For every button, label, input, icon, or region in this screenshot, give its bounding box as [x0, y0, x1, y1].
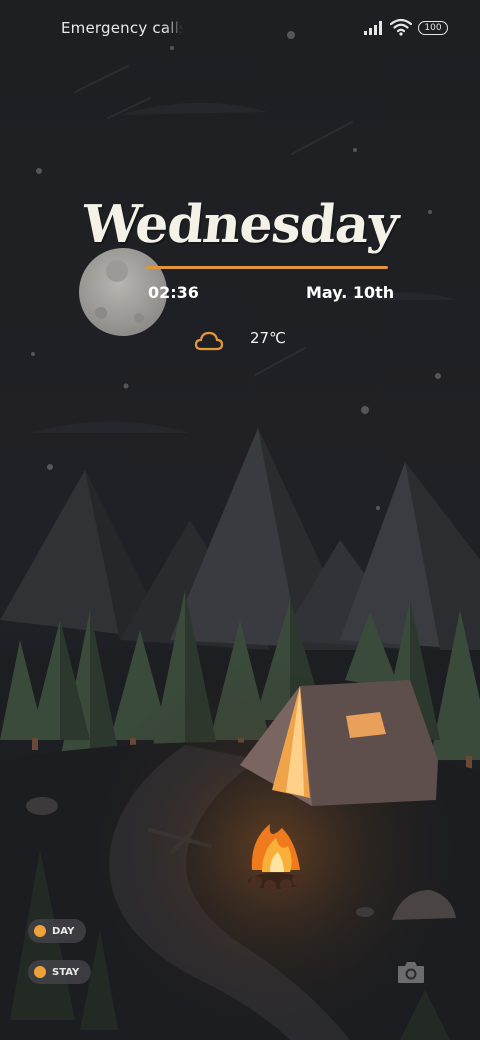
- day-toggle-chip[interactable]: DAY: [28, 919, 87, 943]
- day-underline: [146, 266, 388, 269]
- cloud-icon: [194, 331, 224, 351]
- camera-icon[interactable]: [396, 959, 426, 985]
- clock-date: May. 10th: [306, 283, 395, 302]
- signal-bars-icon: [364, 21, 382, 35]
- toggle-dot-icon: [34, 966, 46, 978]
- lock-screen: Emergency calls only 100 Wednesday 02:36…: [0, 0, 480, 1040]
- day-of-week: Wednesday: [79, 194, 401, 255]
- toggle-dot-icon: [34, 925, 46, 937]
- stay-toggle-chip[interactable]: STAY: [28, 960, 92, 984]
- wifi-icon: [390, 18, 412, 36]
- night-camp-illustration: [0, 31, 480, 1040]
- chip-label: STAY: [52, 966, 80, 978]
- temperature: 27℃: [250, 329, 286, 347]
- chip-label: DAY: [52, 925, 75, 937]
- clock-time: 02:36: [148, 283, 199, 302]
- status-bar: Emergency calls only 100: [0, 0, 480, 56]
- battery-indicator: 100: [418, 21, 448, 35]
- carrier-text: Emergency calls only: [61, 19, 183, 37]
